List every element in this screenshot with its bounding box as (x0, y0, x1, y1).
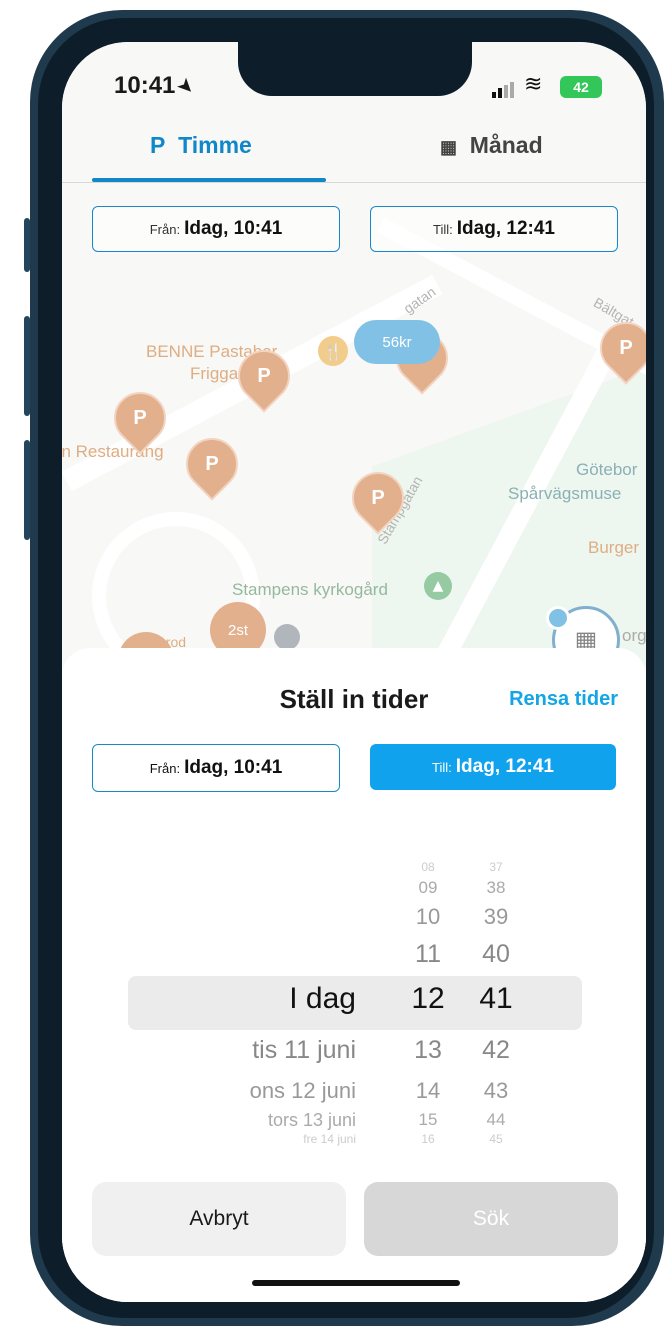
picker-hour-option[interactable]: 09 (398, 878, 458, 898)
picker-minute-option[interactable]: 45 (466, 1132, 526, 1146)
calendar-icon: ▦ (440, 137, 458, 157)
picker-minute-option[interactable]: 37 (466, 860, 526, 874)
picker-minute-option[interactable]: 39 (466, 904, 526, 930)
picker-minute-option[interactable]: 41 (466, 982, 526, 1016)
time-picker-sheet: Ställ in tider Rensa tider Från: Idag, 1… (62, 648, 646, 1302)
reset-times-button[interactable]: Rensa tider (509, 688, 618, 711)
search-button[interactable]: Sök (364, 1182, 618, 1256)
picker-minute-option[interactable]: 43 (466, 1078, 526, 1104)
picker-day-option[interactable]: tors 13 juni (268, 1110, 356, 1131)
top-to-button[interactable]: Till: Idag, 12:41 (370, 206, 618, 252)
status-bar: 10:41 ➤ ≋ 42 (62, 42, 646, 132)
picker-day-option[interactable]: ons 12 juni (250, 1078, 356, 1104)
top-from-button[interactable]: Från: Idag, 10:41 (92, 206, 340, 252)
screen: BENNE Pastabar Friggagatan on Restaurang… (62, 42, 646, 1302)
tab-bar: P Timme ▦ Månad (62, 126, 646, 186)
picker-minute-option[interactable]: 40 (466, 940, 526, 969)
picker-minute-option[interactable]: 38 (466, 878, 526, 898)
picker-hour-option[interactable]: 15 (398, 1110, 458, 1130)
tab-divider (62, 182, 646, 183)
date-time-picker[interactable]: I dag tis 11 juni ons 12 juni tors 13 ju… (62, 844, 646, 1154)
picker-minute-option[interactable]: 42 (466, 1036, 526, 1065)
cancel-button[interactable]: Avbryt (92, 1182, 346, 1256)
wifi-icon: ≋ (524, 72, 543, 97)
picker-hour-option[interactable]: 08 (398, 860, 458, 874)
volume-up-button (24, 316, 30, 416)
home-indicator[interactable] (252, 1280, 460, 1286)
location-arrow-icon: ➤ (171, 71, 201, 101)
tab-month-label: Månad (469, 132, 543, 158)
picker-hour-option[interactable]: 12 (398, 982, 458, 1016)
signal-icon (492, 82, 516, 98)
picker-day-option[interactable]: fre 14 juni (303, 1132, 356, 1146)
picker-hour-option[interactable]: 14 (398, 1078, 458, 1104)
from-button[interactable]: Från: Idag, 10:41 (92, 744, 340, 792)
picker-hour-option[interactable]: 11 (398, 940, 458, 969)
tab-month[interactable]: ▦ Månad (440, 132, 543, 159)
battery-indicator: 42 (560, 76, 602, 98)
mute-switch (24, 218, 30, 272)
notch (238, 42, 472, 96)
picker-day-option[interactable]: tis 11 juni (252, 1036, 356, 1065)
picker-hour-option[interactable]: 10 (398, 904, 458, 930)
picker-hour-option[interactable]: 13 (398, 1036, 458, 1065)
tab-hour-prefix: P (150, 132, 166, 158)
tab-hour[interactable]: P Timme (150, 132, 252, 159)
tab-hour-label: Timme (178, 132, 252, 158)
status-time: 10:41 (114, 72, 176, 99)
volume-down-button (24, 440, 30, 540)
to-button[interactable]: Till: Idag, 12:41 (370, 744, 616, 790)
picker-day-option[interactable]: I dag (289, 982, 356, 1016)
picker-minute-option[interactable]: 44 (466, 1110, 526, 1130)
picker-hour-option[interactable]: 16 (398, 1132, 458, 1146)
